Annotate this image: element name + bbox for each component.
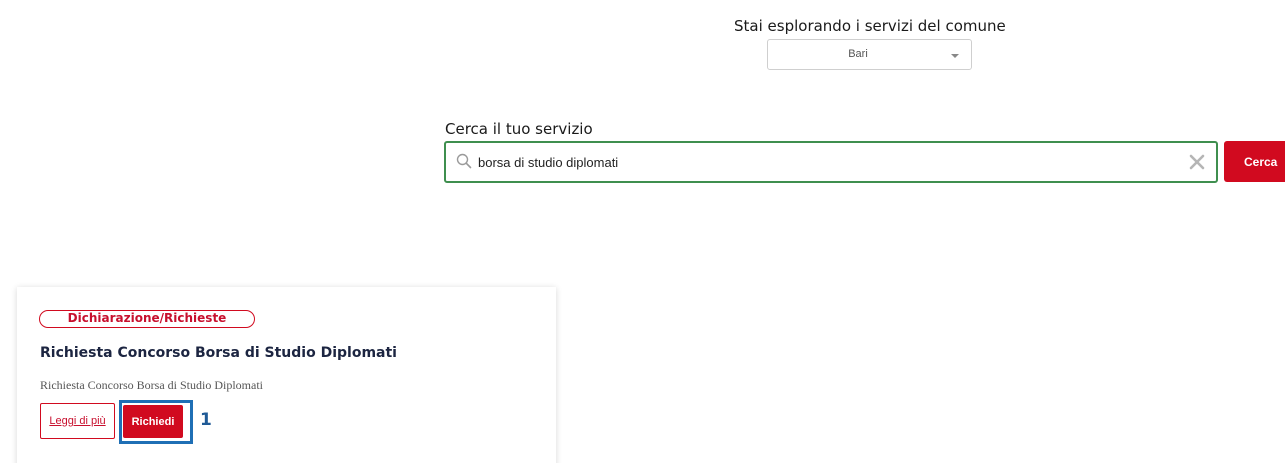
comune-selected-value: Bari — [848, 48, 868, 60]
service-card: Dichiarazione/Richieste Richiesta Concor… — [17, 287, 556, 463]
page: Stai esplorando i servizi del comune Bar… — [0, 0, 1285, 463]
search-button[interactable]: Cerca — [1224, 141, 1285, 182]
comune-select[interactable]: Bari — [767, 39, 972, 70]
clear-icon[interactable] — [1188, 153, 1206, 171]
search-box[interactable] — [444, 141, 1218, 183]
search-input[interactable] — [478, 152, 1168, 172]
request-button[interactable]: Richiedi — [123, 405, 183, 438]
search-label: Cerca il tuo servizio — [445, 120, 593, 138]
card-description: Richiesta Concorso Borsa di Studio Diplo… — [40, 378, 263, 392]
card-title: Richiesta Concorso Borsa di Studio Diplo… — [40, 345, 397, 361]
comune-label: Stai esplorando i servizi del comune — [734, 17, 1006, 35]
chevron-down-icon — [951, 54, 959, 58]
read-more-button[interactable]: Leggi di più — [40, 403, 115, 439]
search-icon — [456, 153, 472, 169]
annotation-step-number: 1 — [200, 410, 212, 430]
category-badge: Dichiarazione/Richieste — [39, 310, 255, 328]
